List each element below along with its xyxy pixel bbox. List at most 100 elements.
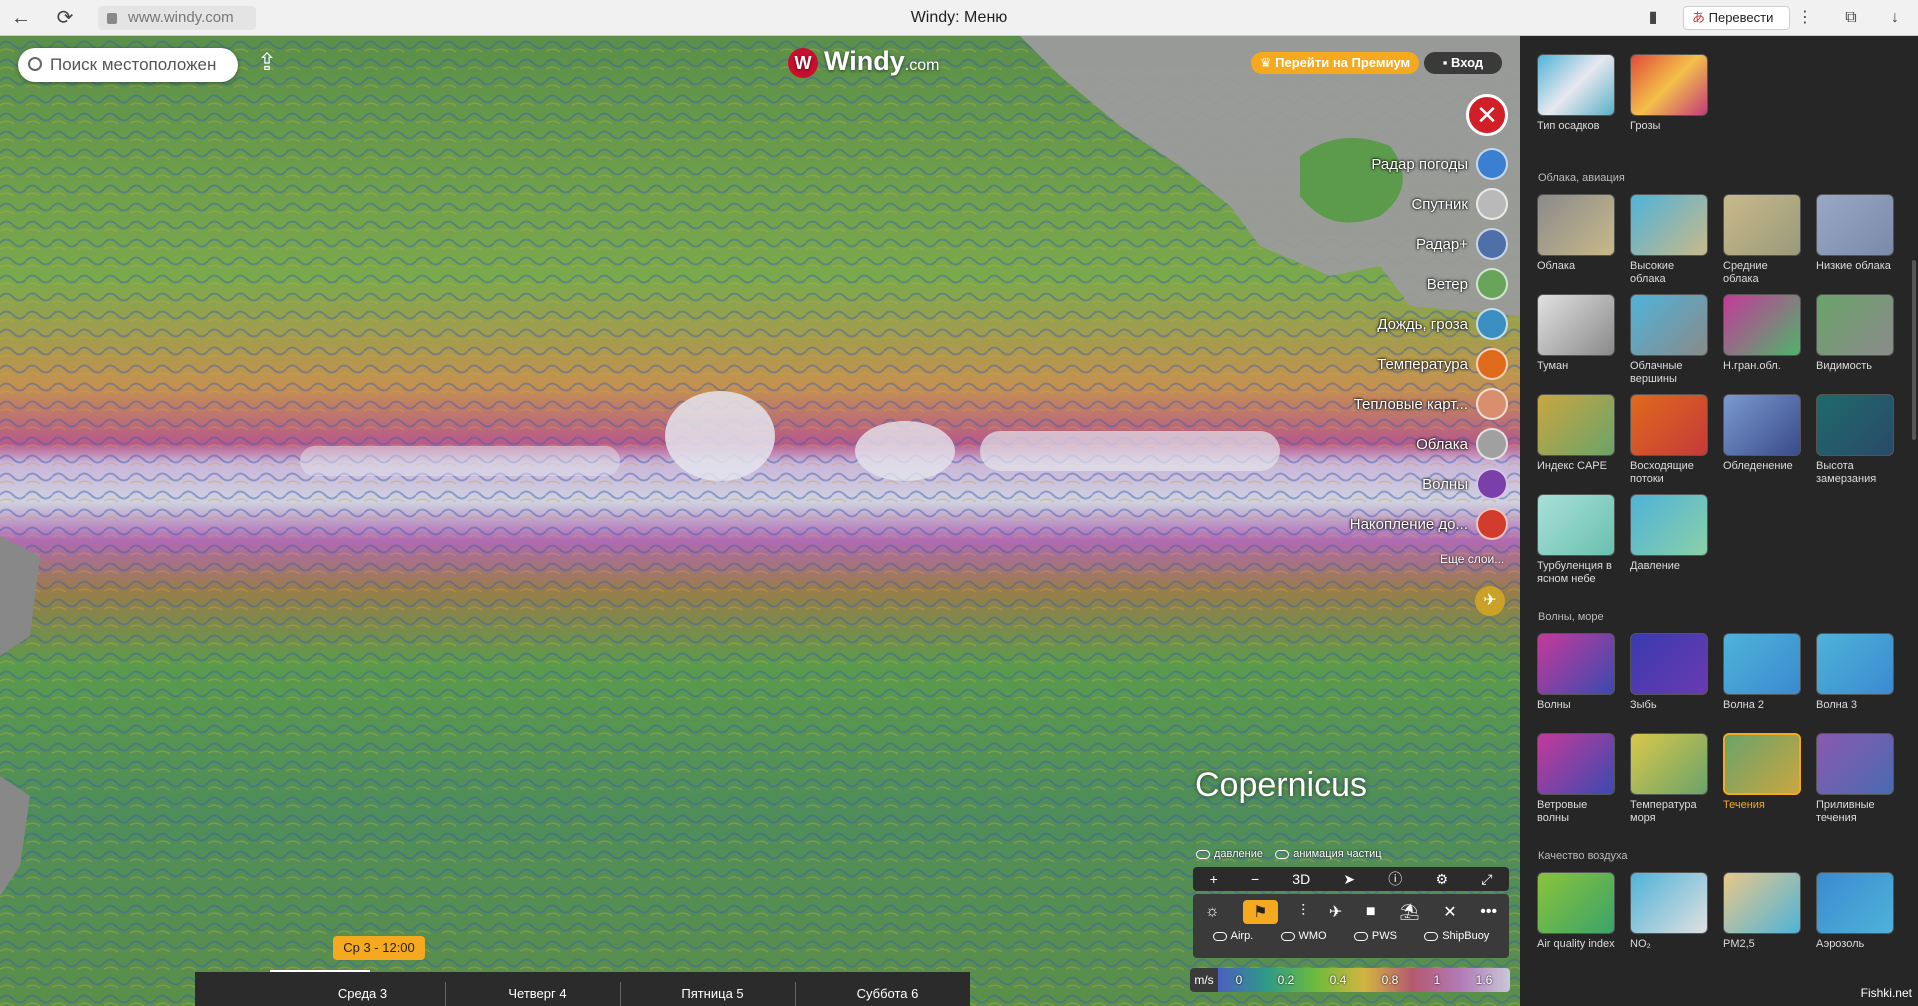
timeline[interactable]: Среда 3 Четверг 4 Пятница 5 Суббота 6 — [195, 972, 970, 1006]
time-marker[interactable]: Ср 3 - 12:00 — [333, 936, 425, 960]
color-legend: m/s 0 0.2 0.4 0.8 1 1.6 — [1190, 968, 1510, 992]
accumulation-icon — [1476, 508, 1508, 540]
tile-waves[interactable]: Волны — [1537, 633, 1617, 712]
fullscreen-icon[interactable]: ⤢ — [1481, 871, 1492, 888]
tile-thunderstorms[interactable]: Грозы — [1630, 54, 1710, 133]
tile-clouds[interactable]: Облака — [1537, 194, 1617, 273]
map-toggles: давление анимация частиц — [1196, 848, 1382, 860]
tile-tidal-currents[interactable]: Приливные течения — [1816, 733, 1896, 825]
3d-button[interactable]: 3D — [1292, 871, 1310, 887]
layer-temperature[interactable]: Температура — [1377, 348, 1508, 380]
legend-value: 0.8 — [1381, 973, 1399, 987]
close-menu-button[interactable]: ✕ — [1466, 94, 1508, 136]
wind-icon — [1476, 268, 1508, 300]
collections-icon[interactable]: ⧉ — [1838, 5, 1864, 31]
tile-aerosol[interactable]: Аэрозоль — [1816, 872, 1896, 951]
tile-medium-clouds[interactable]: Средние облака — [1723, 194, 1803, 286]
tile-icing[interactable]: Обледенение — [1723, 394, 1803, 473]
weather-map[interactable]: Поиск местоположен ⇪ W Windy.com ♛ Перейт… — [0, 36, 1520, 1006]
plane-icon[interactable]: ✈ — [1475, 586, 1505, 616]
premium-button[interactable]: ♛ Перейти на Премиум — [1251, 52, 1419, 74]
tile-pressure[interactable]: Давление — [1630, 494, 1710, 573]
layer-radar-plus[interactable]: Радар+ — [1416, 228, 1508, 260]
pws-toggle[interactable]: PWS — [1353, 930, 1397, 952]
windy-logo[interactable]: W Windy.com — [788, 44, 939, 78]
search-input[interactable]: Поиск местоположен — [18, 48, 238, 82]
timeline-day[interactable]: Суббота 6 — [800, 986, 975, 1001]
watermark: Fishki.net — [1860, 986, 1912, 1000]
layer-rain[interactable]: Дождь, гроза — [1377, 308, 1508, 340]
pressure-toggle[interactable]: давление — [1196, 848, 1263, 860]
radar-plus-icon — [1476, 228, 1508, 260]
map-controls: + − 3D ➤ ⓘ ⚙ ⤢ — [1193, 867, 1509, 891]
user-icon: ▪ — [1442, 55, 1452, 70]
legend-value: 0.2 — [1277, 973, 1295, 987]
tile-no2[interactable]: NO₂ — [1630, 872, 1710, 951]
temperature-poi-icon[interactable]: ⫶ — [1301, 903, 1305, 921]
tile-precip-type[interactable]: Тип осадков — [1537, 54, 1617, 133]
info-icon[interactable]: ⓘ — [1388, 869, 1402, 889]
clouds-icon — [1476, 428, 1508, 460]
beach-icon[interactable]: ⛱ — [1399, 902, 1419, 922]
airport-icon[interactable]: ✈ — [1329, 902, 1342, 922]
download-icon[interactable]: ↓ — [1882, 5, 1908, 31]
camera-icon[interactable]: ■ — [1366, 903, 1376, 921]
tile-aqi[interactable]: Air quality index — [1537, 872, 1617, 951]
cross-icon[interactable]: ✕ — [1443, 902, 1456, 922]
copernicus-logo: Copernicus — [1195, 766, 1367, 804]
tile-wave-2[interactable]: Волна 2 — [1723, 633, 1803, 712]
translate-button[interactable]: あ Перевести — [1683, 6, 1790, 30]
poi-toolbar: ☼ ⚑ ⫶ ✈ ■ ⛱ ✕ ••• Airp. WMO PWS ShipBuoy — [1193, 894, 1509, 958]
tile-freezing-level[interactable]: Высота замерзания — [1816, 394, 1896, 486]
tile-fog[interactable]: Туман — [1537, 294, 1617, 373]
tile-clear-air-turbulence[interactable]: Турбуленция в ясном небе — [1537, 494, 1617, 586]
rain-icon — [1476, 308, 1508, 340]
locate-icon[interactable]: ➤ — [1343, 871, 1355, 888]
zoom-in-button[interactable]: + — [1210, 871, 1218, 887]
tile-low-clouds[interactable]: Низкие облака — [1816, 194, 1896, 273]
bookmark-icon[interactable]: ▮ — [1640, 5, 1666, 31]
wmo-toggle[interactable]: WMO — [1280, 930, 1327, 952]
login-button[interactable]: ▪ Вход — [1424, 52, 1502, 74]
page-title: Windy: Меню — [910, 9, 1008, 26]
tile-cloud-tops[interactable]: Облачные вершины — [1630, 294, 1710, 386]
crown-icon: ♛ — [1259, 55, 1276, 70]
timeline-day[interactable]: Среда 3 — [275, 986, 450, 1001]
tile-sea-temperature[interactable]: Температура моря — [1630, 733, 1710, 825]
layer-satellite[interactable]: Спутник — [1411, 188, 1508, 220]
webcam-icon[interactable]: ☼ — [1205, 903, 1220, 921]
timeline-day[interactable]: Пятница 5 — [625, 986, 800, 1001]
tile-cloud-base[interactable]: Н.гран.обл. — [1723, 294, 1803, 373]
shipbuoy-toggle[interactable]: ShipBuoy — [1424, 930, 1489, 952]
particles-toggle[interactable]: анимация частиц — [1275, 848, 1382, 860]
layer-waves[interactable]: Волны — [1422, 468, 1508, 500]
layer-wind[interactable]: Ветер — [1427, 268, 1508, 300]
legend-value: 0 — [1235, 973, 1243, 987]
settings-icon[interactable]: ⚙ — [1435, 871, 1448, 888]
tile-high-clouds[interactable]: Высокие облака — [1630, 194, 1710, 286]
tile-visibility[interactable]: Видимость — [1816, 294, 1896, 373]
more-icon[interactable]: ••• — [1480, 903, 1497, 921]
section-clouds-aviation: Облака, авиация — [1538, 172, 1625, 184]
tile-updrafts[interactable]: Восходящие потоки — [1630, 394, 1710, 486]
timeline-day[interactable]: Четверг 4 — [450, 986, 625, 1001]
layer-radar[interactable]: Радар погоды — [1371, 148, 1508, 180]
legend-unit[interactable]: m/s — [1190, 968, 1218, 992]
share-icon[interactable]: ⇪ — [252, 48, 282, 78]
airp-toggle[interactable]: Airp. — [1212, 930, 1253, 952]
more-layers-link[interactable]: Еще слои... — [1440, 552, 1504, 566]
layer-clouds[interactable]: Облака — [1416, 428, 1508, 460]
zoom-out-button[interactable]: − — [1251, 871, 1259, 887]
tile-cape[interactable]: Индекс CAPE — [1537, 394, 1617, 473]
search-icon — [28, 57, 42, 71]
tile-wave-3[interactable]: Волна 3 — [1816, 633, 1896, 712]
tile-currents[interactable]: Течения — [1723, 733, 1803, 812]
layer-heatmaps[interactable]: Тепловые карт... — [1354, 388, 1508, 420]
tile-wind-waves[interactable]: Ветровые волны — [1537, 733, 1617, 825]
flag-icon[interactable]: ⚑ — [1243, 900, 1278, 924]
tile-pm25[interactable]: PM2,5 — [1723, 872, 1803, 951]
panel-scrollbar[interactable] — [1912, 260, 1916, 440]
menu-icon[interactable]: ⋮ — [1792, 5, 1818, 31]
tile-swell[interactable]: Зыбь — [1630, 633, 1710, 712]
layer-accumulation[interactable]: Накопление до... — [1350, 508, 1508, 540]
